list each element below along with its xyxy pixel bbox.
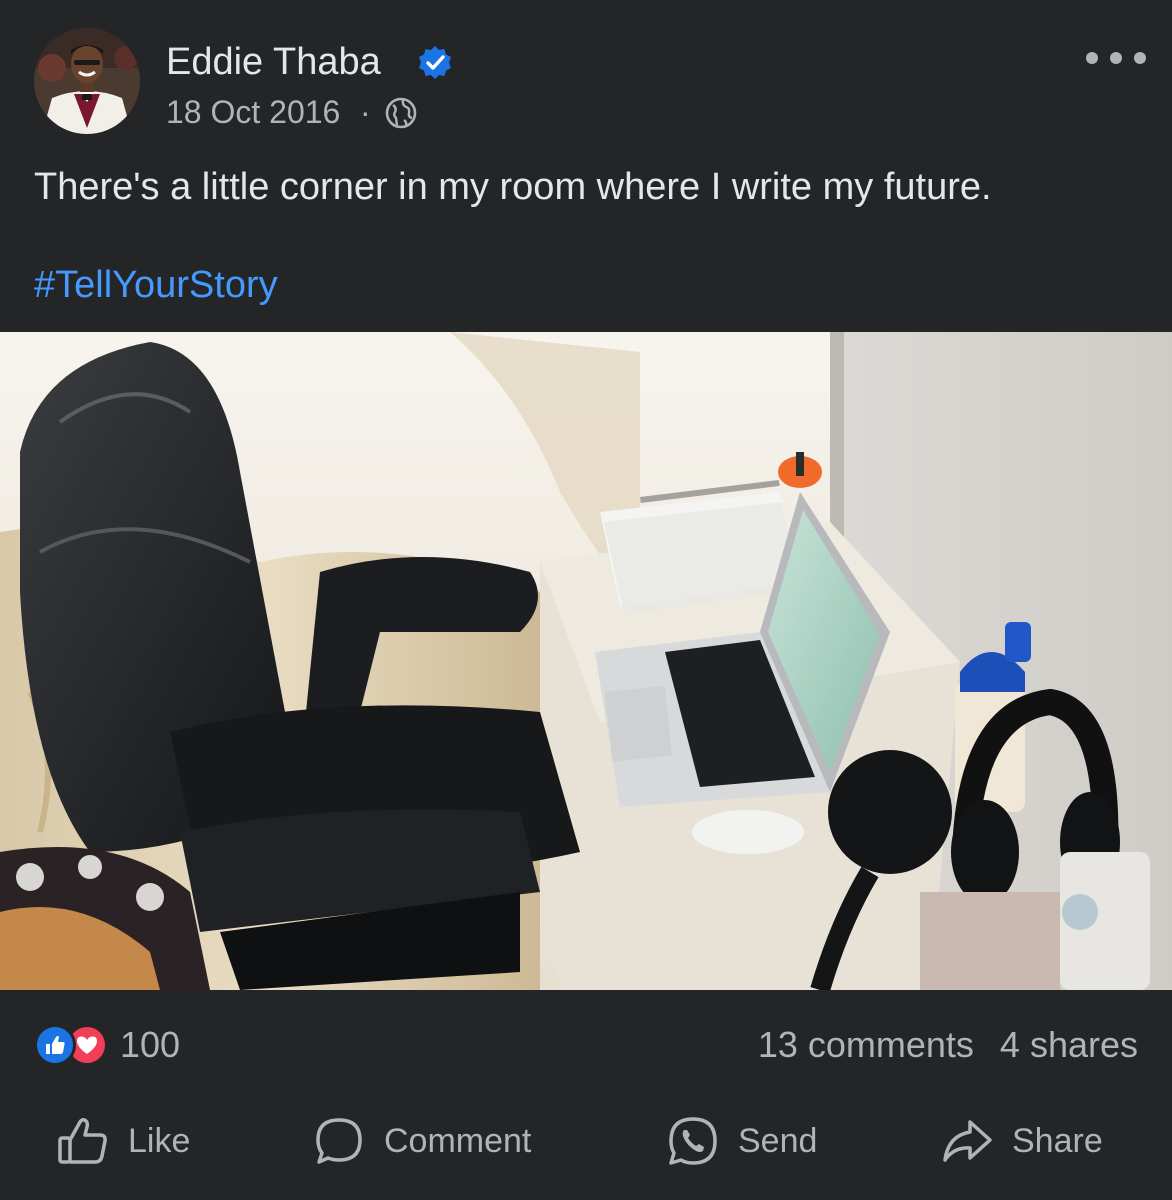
comment-label: Comment [384, 1121, 532, 1160]
like-button[interactable]: Like [56, 1108, 190, 1174]
author-avatar[interactable] [34, 28, 140, 134]
shares-count-link[interactable]: 4 shares [1000, 1024, 1138, 1066]
post-date[interactable]: 18 Oct 2016 [166, 92, 340, 132]
like-reaction-icon [34, 1024, 76, 1066]
more-dot-icon [1110, 52, 1122, 64]
comments-count-link[interactable]: 13 comments [758, 1024, 974, 1066]
send-button[interactable]: Send [666, 1108, 817, 1174]
like-label: Like [128, 1121, 191, 1160]
thumbs-up-icon [46, 1036, 65, 1054]
comment-button[interactable]: Comment [312, 1108, 531, 1174]
more-dot-icon [1134, 52, 1146, 64]
share-button[interactable]: Share [940, 1108, 1103, 1174]
avatar-image [34, 28, 140, 134]
reaction-count: 100 [120, 1024, 181, 1065]
author-name[interactable]: Eddie Thaba [166, 40, 381, 84]
share-label: Share [1012, 1121, 1103, 1160]
thumbs-up-outline-icon [58, 1117, 107, 1164]
globe-icon [385, 97, 417, 129]
date-separator: · [360, 94, 371, 130]
post-action-bar: Like Comment Send Share [0, 1108, 1172, 1174]
reaction-summary[interactable]: 100 [34, 1022, 180, 1068]
post-text: There's a little corner in my room where… [34, 166, 992, 208]
comment-bubble-icon [316, 1118, 362, 1164]
send-label: Send [738, 1121, 818, 1160]
hashtag-link[interactable]: #TellYourStory [34, 262, 278, 308]
engagement-stats: 13 comments 4 shares [758, 1022, 1138, 1068]
more-options-button[interactable] [1086, 40, 1146, 76]
whatsapp-icon [669, 1117, 717, 1165]
verified-badge-icon [419, 46, 451, 79]
more-dot-icon [1086, 52, 1098, 64]
photo-desk-corner [0, 332, 1172, 990]
share-arrow-icon [943, 1120, 992, 1162]
post-photo[interactable] [0, 332, 1172, 990]
